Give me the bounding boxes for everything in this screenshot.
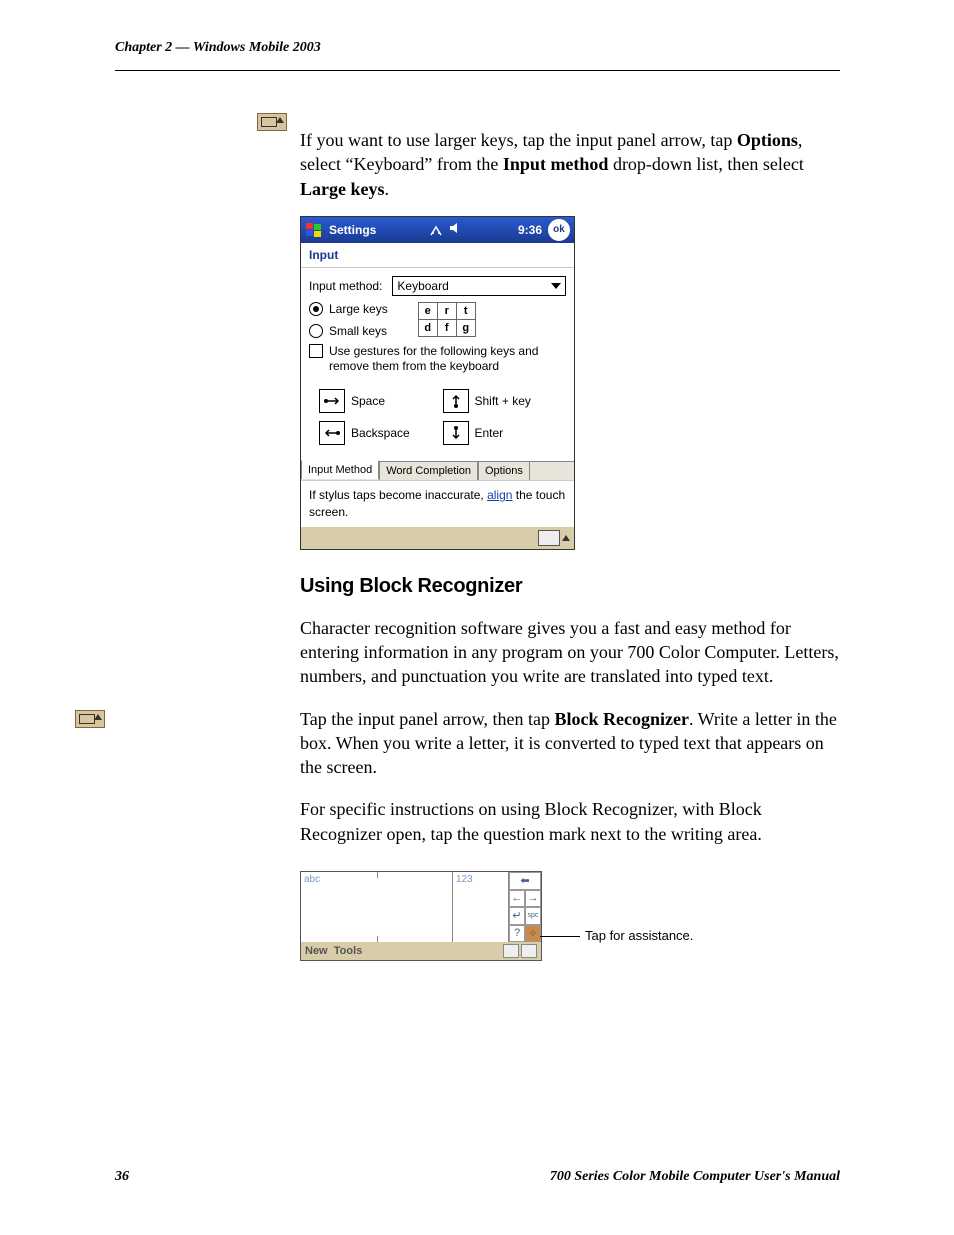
connectivity-icon[interactable]	[429, 223, 443, 237]
sip-arrow-icon[interactable]	[562, 535, 570, 541]
gesture-enter-icon	[443, 421, 469, 445]
input-method-value: Keyboard	[397, 279, 448, 293]
block-recognizer-screenshot: abc 123 ⬅ ← → ↵ spc ? ✧ New Tool	[300, 871, 542, 961]
gesture-shift-label: Shift + key	[475, 394, 545, 408]
radio-small-label: Small keys	[329, 324, 387, 338]
left-button[interactable]: ←	[509, 890, 525, 908]
gesture-backspace-label: Backspace	[351, 426, 421, 440]
radio-small-keys[interactable]	[309, 324, 323, 338]
gesture-space-icon	[319, 389, 345, 413]
settings-device-screenshot: Settings 9:36 ok Input Input method: Key…	[300, 216, 575, 550]
page-footer: 36 700 Series Color Mobile Computer User…	[115, 1169, 840, 1185]
letter-input-area[interactable]: abc	[301, 872, 453, 942]
chapter-rule	[115, 70, 840, 71]
symbols-button[interactable]: ✧	[525, 925, 541, 943]
sip-keyboard-icon[interactable]	[538, 530, 560, 546]
screen-subtitle: Input	[301, 243, 574, 268]
device-titlebar: Settings 9:36 ok	[301, 217, 574, 243]
menu-tools[interactable]: Tools	[334, 945, 363, 957]
gesture-shift-icon	[443, 389, 469, 413]
volume-icon[interactable]	[449, 222, 461, 237]
ok-button[interactable]: ok	[548, 219, 570, 241]
sip-pen-icon[interactable]	[503, 944, 519, 958]
gesture-enter-label: Enter	[475, 426, 545, 440]
align-note: If stylus taps become inaccurate, align …	[301, 480, 574, 527]
clock-time[interactable]: 9:36	[518, 223, 542, 237]
radio-large-keys[interactable]	[309, 302, 323, 316]
help-button[interactable]: ?	[509, 925, 525, 943]
menu-new[interactable]: New	[305, 945, 328, 957]
tab-word-completion[interactable]: Word Completion	[379, 461, 478, 480]
dropdown-arrow-icon	[551, 283, 561, 289]
paragraph-large-keys: If you want to use larger keys, tap the …	[300, 128, 840, 201]
input-method-label: Input method:	[309, 279, 382, 293]
gestures-checkbox[interactable]	[309, 344, 323, 358]
spc-button[interactable]: spc	[525, 907, 541, 925]
chapter-header: Chapter 2 — Windows Mobile 2003	[115, 40, 321, 56]
gesture-space-label: Space	[351, 394, 421, 408]
sip-arrow-icon[interactable]	[521, 944, 537, 958]
paragraph-block-recognizer-help: For specific instructions on using Block…	[300, 797, 840, 846]
manual-title: 700 Series Color Mobile Computer User's …	[550, 1169, 840, 1185]
gesture-backspace-icon	[319, 421, 345, 445]
enter-button[interactable]: ↵	[509, 907, 525, 925]
callout-leader	[540, 936, 580, 937]
num-label: 123	[456, 874, 473, 885]
start-flag-icon[interactable]	[305, 222, 323, 238]
device-title: Settings	[329, 223, 376, 237]
callout-text: Tap for assistance.	[585, 928, 693, 943]
device-softkey-bar	[301, 527, 574, 549]
page-number: 36	[115, 1169, 129, 1185]
paragraph-block-recognizer-step: Tap the input panel arrow, then tap Bloc…	[300, 707, 840, 780]
input-panel-icon	[257, 113, 287, 131]
recognizer-toolbar: ⬅ ← → ↵ spc ? ✧	[509, 872, 541, 942]
input-panel-icon	[75, 710, 105, 728]
tab-input-method[interactable]: Input Method	[301, 460, 379, 479]
number-input-area[interactable]: 123	[453, 872, 509, 942]
align-link[interactable]: align	[487, 488, 512, 502]
key-sample-preview: ert dfg	[418, 302, 476, 337]
paragraph-block-recognizer-intro: Character recognition software gives you…	[300, 616, 840, 689]
input-method-select[interactable]: Keyboard	[392, 276, 566, 296]
abc-label: abc	[304, 874, 320, 885]
right-button[interactable]: →	[525, 890, 541, 908]
heading-block-recognizer: Using Block Recognizer	[300, 575, 840, 598]
gestures-label: Use gestures for the following keys and …	[329, 344, 566, 375]
device-tabs: Input Method Word Completion Options	[301, 461, 574, 480]
backspace-button[interactable]: ⬅	[509, 872, 541, 890]
tab-options[interactable]: Options	[478, 461, 530, 480]
radio-large-label: Large keys	[329, 302, 388, 316]
